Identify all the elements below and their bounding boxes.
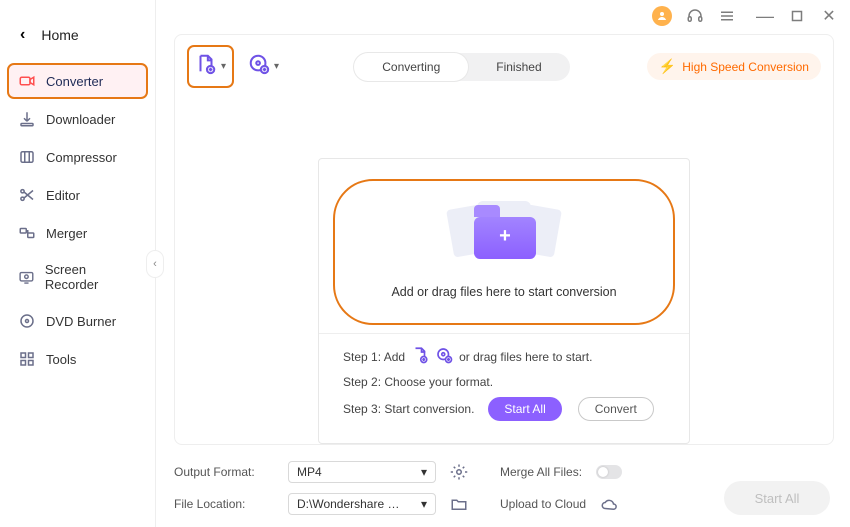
sidebar-item-label: Compressor: [46, 150, 117, 165]
sidebar-collapse-toggle[interactable]: ‹: [146, 250, 164, 278]
file-location-select[interactable]: D:\Wondershare UniConverter 1 ▾: [288, 493, 436, 515]
add-dvd-icon[interactable]: [435, 346, 453, 367]
step1-suffix: or drag files here to start.: [459, 350, 592, 364]
titlebar: — ✕: [156, 0, 850, 28]
drop-card: + Add or drag files here to start conver…: [318, 158, 690, 444]
chevron-down-icon: ▾: [421, 465, 427, 479]
back-icon[interactable]: ‹: [20, 26, 25, 44]
sidebar-item-label: Converter: [46, 74, 103, 89]
footer: Output Format: MP4 ▾ Merge All Files: Fi…: [156, 453, 850, 527]
dvd-icon: [18, 312, 36, 330]
download-icon: [18, 110, 36, 128]
sidebar: ‹ Home Converter Downloader Compressor: [0, 0, 156, 527]
hamburger-icon[interactable]: [718, 7, 736, 25]
steps: Step 1: Add or drag files here to start.…: [319, 333, 689, 443]
settings-icon[interactable]: [450, 463, 468, 481]
add-file-icon: [195, 53, 217, 80]
file-location-label: File Location:: [174, 497, 274, 511]
sidebar-item-label: DVD Burner: [46, 314, 116, 329]
toolbar: ▾ ▾ Converting Finished ⚡ High Speed Con…: [175, 35, 833, 98]
chevron-down-icon: ▾: [221, 61, 226, 72]
merge-label: Merge All Files:: [500, 465, 582, 479]
start-all-main-button[interactable]: Start All: [724, 481, 830, 515]
tab-finished[interactable]: Finished: [468, 53, 569, 81]
sidebar-item-dvd-burner[interactable]: DVD Burner: [8, 304, 147, 338]
sidebar-item-merger[interactable]: Merger: [8, 216, 147, 250]
convert-button[interactable]: Convert: [578, 397, 654, 421]
grid-icon: [18, 350, 36, 368]
sidebar-item-editor[interactable]: Editor: [8, 178, 147, 212]
plus-icon: +: [499, 226, 511, 246]
sidebar-item-downloader[interactable]: Downloader: [8, 102, 147, 136]
close-icon[interactable]: ✕: [820, 7, 838, 25]
step2: Step 2: Choose your format.: [343, 375, 493, 389]
step1-prefix: Step 1: Add: [343, 350, 405, 364]
merger-icon: [18, 224, 36, 242]
sidebar-item-compressor[interactable]: Compressor: [8, 140, 147, 174]
user-icon[interactable]: [652, 6, 672, 26]
tabs: Converting Finished: [354, 53, 569, 81]
camera-icon: [18, 72, 36, 90]
headset-icon[interactable]: [686, 7, 704, 25]
add-dvd-button[interactable]: ▾: [248, 53, 279, 80]
sidebar-item-label: Downloader: [46, 112, 115, 127]
bolt-icon: ⚡: [659, 58, 676, 75]
sidebar-item-label: Merger: [46, 226, 87, 241]
hs-label: High Speed Conversion: [682, 60, 809, 74]
high-speed-badge[interactable]: ⚡ High Speed Conversion: [647, 53, 821, 80]
drop-text: Add or drag files here to start conversi…: [391, 285, 616, 299]
drop-zone[interactable]: + Add or drag files here to start conver…: [333, 179, 675, 325]
home-label[interactable]: Home: [41, 27, 78, 43]
maximize-icon[interactable]: [788, 7, 806, 25]
file-location-value: D:\Wondershare UniConverter 1: [297, 497, 407, 511]
add-file-button[interactable]: ▾: [187, 45, 234, 88]
nav-list: Converter Downloader Compressor Editor: [0, 64, 155, 376]
merge-switch[interactable]: [596, 465, 622, 479]
compress-icon: [18, 148, 36, 166]
sidebar-item-tools[interactable]: Tools: [8, 342, 147, 376]
recorder-icon: [18, 268, 35, 286]
sidebar-item-label: Tools: [46, 352, 76, 367]
folder-open-icon[interactable]: [450, 495, 468, 513]
main: — ✕ ▾ ▾: [156, 0, 850, 527]
upload-label: Upload to Cloud: [500, 497, 586, 511]
start-all-button[interactable]: Start All: [488, 397, 561, 421]
minimize-icon[interactable]: —: [756, 7, 774, 25]
output-format-label: Output Format:: [174, 465, 274, 479]
sidebar-item-label: Screen Recorder: [45, 262, 137, 292]
sidebar-item-label: Editor: [46, 188, 80, 203]
add-dvd-icon: [248, 53, 270, 80]
work-area: ▾ ▾ Converting Finished ⚡ High Speed Con…: [174, 34, 834, 445]
folder-illustration: +: [444, 201, 564, 271]
tab-converting[interactable]: Converting: [354, 53, 468, 81]
step3: Step 3: Start conversion.: [343, 402, 474, 416]
sidebar-item-screen-recorder[interactable]: Screen Recorder: [8, 254, 147, 300]
output-format-value: MP4: [297, 465, 322, 479]
output-format-select[interactable]: MP4 ▾: [288, 461, 436, 483]
chevron-down-icon: ▾: [421, 497, 427, 511]
add-file-icon[interactable]: [411, 346, 429, 367]
cloud-icon[interactable]: [600, 495, 618, 513]
sidebar-item-converter[interactable]: Converter: [8, 64, 147, 98]
chevron-down-icon: ▾: [274, 61, 279, 72]
scissors-icon: [18, 186, 36, 204]
